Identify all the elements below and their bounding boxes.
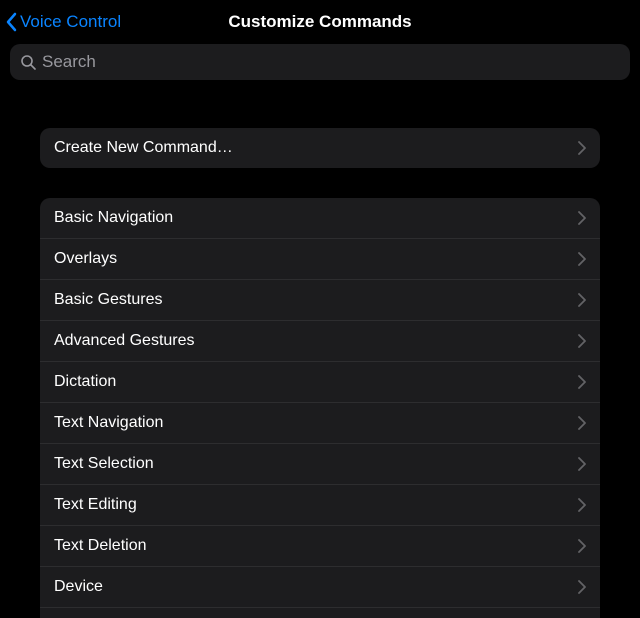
chevron-right-icon: [578, 293, 586, 307]
category-label: Overlays: [54, 250, 117, 268]
content: Create New Command… Basic Navigation Ove…: [0, 88, 640, 618]
category-row-text-selection[interactable]: Text Selection: [40, 443, 600, 484]
page-title: Customize Commands: [228, 12, 411, 32]
category-row-dictation[interactable]: Dictation: [40, 361, 600, 402]
create-new-command-label: Create New Command…: [54, 139, 233, 157]
chevron-right-icon: [578, 539, 586, 553]
category-row-text-deletion[interactable]: Text Deletion: [40, 525, 600, 566]
category-row-device[interactable]: Device: [40, 566, 600, 607]
category-label: Text Selection: [54, 455, 154, 473]
search-input[interactable]: Search: [10, 44, 630, 80]
category-label: Basic Gestures: [54, 291, 162, 309]
category-row-overlays[interactable]: Overlays: [40, 238, 600, 279]
chevron-right-icon: [578, 375, 586, 389]
chevron-right-icon: [578, 211, 586, 225]
chevron-right-icon: [578, 252, 586, 266]
chevron-right-icon: [578, 141, 586, 155]
category-row-text-editing[interactable]: Text Editing: [40, 484, 600, 525]
chevron-right-icon: [578, 457, 586, 471]
chevron-left-icon: [6, 12, 18, 32]
chevron-right-icon: [578, 334, 586, 348]
category-row-accessibility[interactable]: Accessibility: [40, 607, 600, 618]
search-placeholder: Search: [42, 52, 96, 72]
search-icon: [20, 54, 42, 70]
chevron-right-icon: [578, 498, 586, 512]
category-label: Text Editing: [54, 496, 137, 514]
search-wrap: Search: [0, 44, 640, 88]
category-label: Text Navigation: [54, 414, 163, 432]
navbar: Voice Control Customize Commands: [0, 0, 640, 44]
categories-group: Basic Navigation Overlays Basic Gestures…: [40, 198, 600, 618]
category-label: Device: [54, 578, 103, 596]
category-label: Dictation: [54, 373, 116, 391]
chevron-right-icon: [578, 416, 586, 430]
category-row-basic-gestures[interactable]: Basic Gestures: [40, 279, 600, 320]
create-group: Create New Command…: [40, 128, 600, 168]
back-button-label: Voice Control: [20, 12, 121, 32]
category-label: Text Deletion: [54, 537, 147, 555]
category-row-text-navigation[interactable]: Text Navigation: [40, 402, 600, 443]
category-row-advanced-gestures[interactable]: Advanced Gestures: [40, 320, 600, 361]
category-row-basic-navigation[interactable]: Basic Navigation: [40, 198, 600, 238]
category-label: Basic Navigation: [54, 209, 173, 227]
category-label: Advanced Gestures: [54, 332, 195, 350]
create-new-command-row[interactable]: Create New Command…: [40, 128, 600, 168]
chevron-right-icon: [578, 580, 586, 594]
back-button[interactable]: Voice Control: [6, 0, 121, 44]
